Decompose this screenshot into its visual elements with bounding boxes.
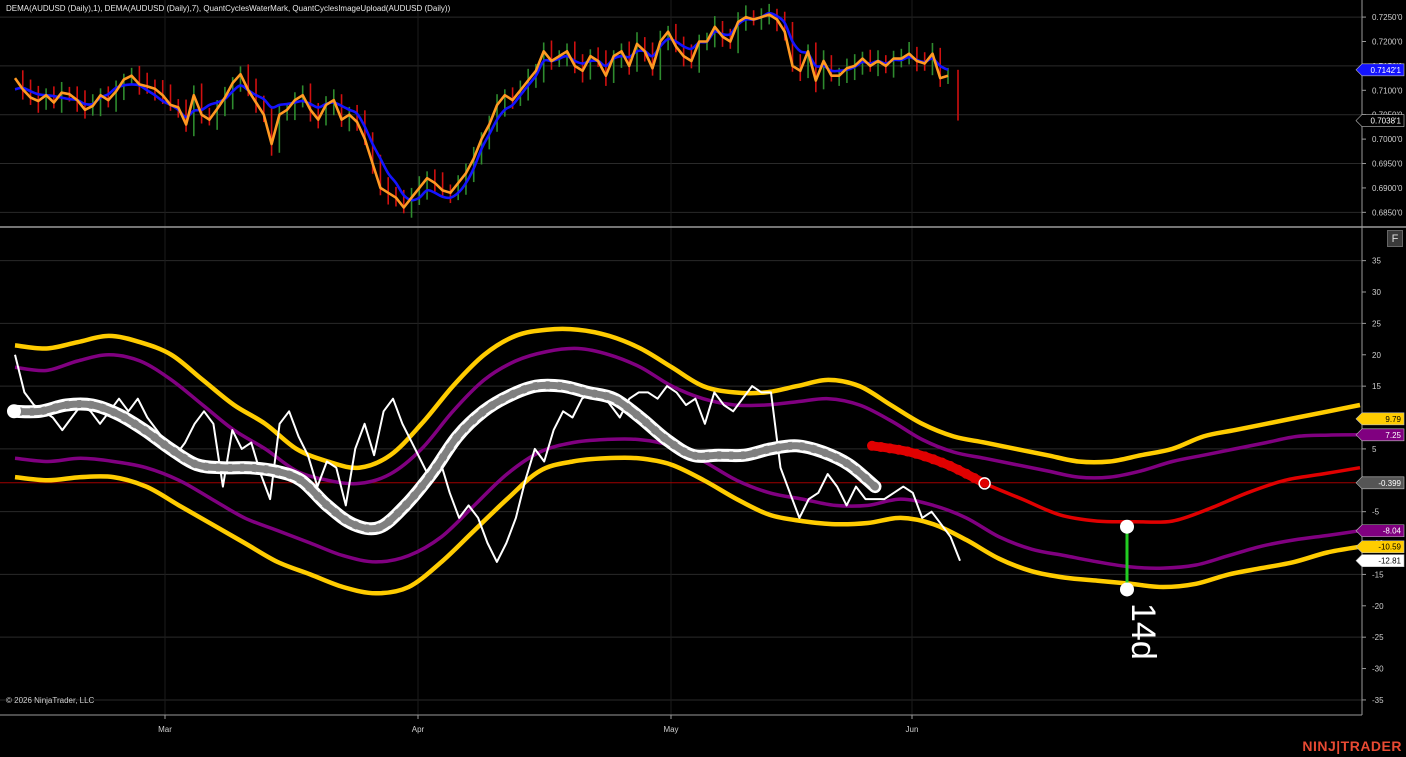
- oscillator-badge: 7.25: [1385, 431, 1401, 440]
- cycle-projection-dot: [875, 442, 886, 453]
- oscillator-tick-label: -20: [1372, 602, 1384, 611]
- chart-canvas[interactable]: 14d 0.7250'00.7200'00.7150'00.7100'00.70…: [0, 0, 1406, 757]
- cycle-projection-dot: [911, 448, 922, 459]
- oscillator-tick-label: -15: [1372, 570, 1384, 579]
- oscillator-tick-label: -5: [1372, 508, 1380, 517]
- oscillator-tick-label: 30: [1372, 288, 1381, 297]
- oscillator-badge: -10.59: [1378, 543, 1401, 552]
- marker-bottom-dot: [1120, 582, 1134, 597]
- oscillator-badge: -8.04: [1383, 527, 1402, 536]
- oscillator-tick-label: -25: [1372, 633, 1384, 642]
- oscillator-badge: 9.79: [1385, 415, 1401, 424]
- ninjatrader-logo: NINJ|TRADER: [1302, 738, 1402, 754]
- oscillator-badge: -12.81: [1378, 557, 1401, 566]
- oscillator-tick-label: 15: [1372, 382, 1381, 391]
- indicator-title: DEMA(AUDUSD (Daily),1), DEMA(AUDUSD (Dai…: [6, 4, 451, 13]
- time-tick-label: May: [663, 725, 678, 734]
- cycle-projection-dot: [884, 443, 895, 454]
- price-tick-label: 0.7100'0: [1372, 86, 1403, 95]
- time-tick-label: Mar: [158, 725, 172, 734]
- cycle-projection-dot: [902, 446, 913, 457]
- cycle-length-label: 14d: [1124, 603, 1162, 660]
- dema-7-line: [14, 11, 949, 202]
- price-tick-label: 0.6950'0: [1372, 160, 1403, 169]
- price-tick-label: 0.6900'0: [1372, 184, 1403, 193]
- price-tick-label: 0.7000'0: [1372, 135, 1403, 144]
- oscillator-badge: -0.399: [1378, 479, 1401, 488]
- time-tick-label: Apr: [412, 725, 425, 734]
- oscillator-tick-label: 5: [1372, 445, 1377, 454]
- oscillator-tick-label: 35: [1372, 257, 1381, 266]
- oscillator-tick-label: 20: [1372, 351, 1381, 360]
- copyright-notice: © 2026 NinjaTrader, LLC: [6, 696, 95, 705]
- brand-left: NINJ: [1302, 738, 1337, 754]
- cycle-projection-dot: [867, 440, 877, 451]
- price-panel[interactable]: [13, 3, 959, 218]
- price-badge: 0.7038'1: [1371, 117, 1402, 126]
- panel-float-button[interactable]: F: [1387, 230, 1403, 247]
- price-badge: 0.7142'1: [1371, 66, 1402, 75]
- price-tick-label: 0.7250'0: [1372, 13, 1403, 22]
- outer-lower-band: [14, 455, 1361, 596]
- oscillator-tick-label: -30: [1372, 665, 1384, 674]
- chart-axes: 0.7250'00.7200'00.7150'00.7100'00.7050'0…: [0, 0, 1406, 734]
- price-tick-label: 0.6850'0: [1372, 208, 1403, 217]
- cycle-projection-dot: [919, 451, 930, 462]
- marker-top-dot: [1120, 519, 1134, 534]
- cycle-projection-dot: [893, 444, 904, 455]
- oscillator-tick-label: -35: [1372, 696, 1384, 705]
- time-tick-label: Jun: [906, 725, 919, 734]
- price-tick-label: 0.7200'0: [1372, 37, 1403, 46]
- oscillator-tick-label: 25: [1372, 319, 1381, 328]
- oscillator-panel[interactable]: 14d: [0, 326, 1362, 660]
- cycle-start-dot: [7, 404, 21, 419]
- dema-1-line: [13, 13, 949, 209]
- brand-right: TRADER: [1340, 738, 1402, 754]
